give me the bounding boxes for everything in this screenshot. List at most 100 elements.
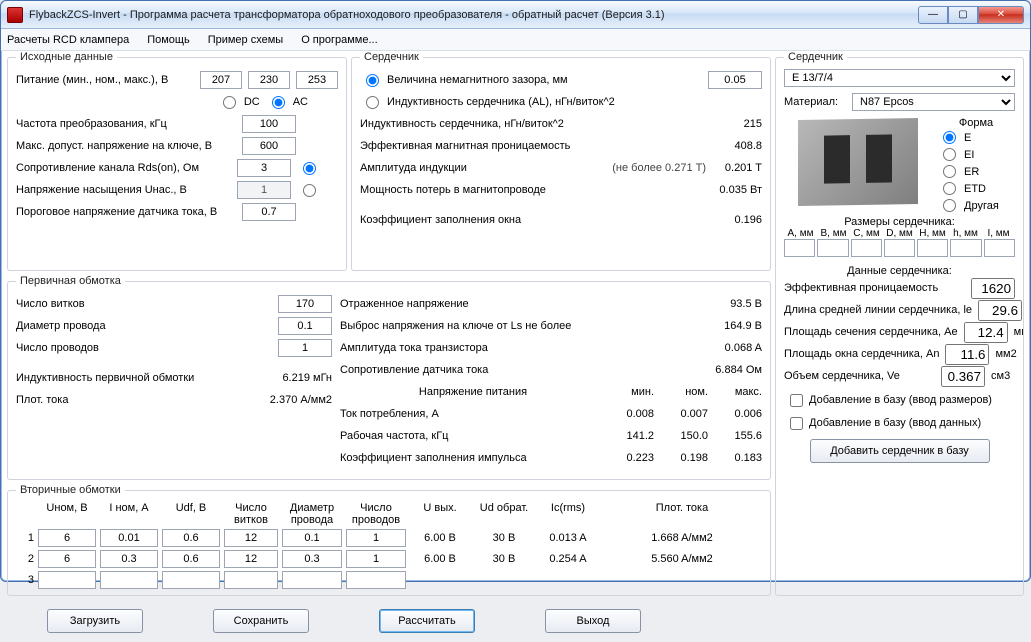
dim-input[interactable]: [784, 239, 815, 257]
dim-header: h, мм: [949, 228, 982, 239]
dim-input[interactable]: [984, 239, 1015, 257]
sec-udf-input[interactable]: [162, 571, 220, 589]
chk-add-dims[interactable]: [790, 394, 803, 407]
mu-label: Эффективная магнитная проницаемость: [360, 140, 706, 152]
add-core-button[interactable]: Добавить сердечник в базу: [810, 439, 990, 463]
iin-nom: 0.007: [666, 408, 708, 420]
freq-input[interactable]: [242, 115, 296, 133]
prim-p-input[interactable]: [278, 339, 332, 357]
cd-le-value: [978, 300, 1022, 321]
sec-idx: 2: [16, 553, 34, 565]
sec-inom-input[interactable]: [100, 571, 158, 589]
gap-input[interactable]: [708, 71, 762, 89]
sec-legend: Вторичные обмотки: [16, 484, 125, 496]
dim-input[interactable]: [851, 239, 882, 257]
usat-input[interactable]: [237, 181, 291, 199]
vin-min-input[interactable]: [200, 71, 242, 89]
duty-max: 0.183: [720, 452, 762, 464]
cd-ae-label: Площадь сечения сердечника, Ae: [784, 326, 958, 338]
window-title: FlybackZCS-Invert - Программа расчета тр…: [29, 9, 918, 21]
cd-an-unit: мм2: [995, 348, 1016, 360]
maximize-button[interactable]: ▢: [948, 6, 978, 24]
sec-unom-input[interactable]: [38, 571, 96, 589]
prim-d-input[interactable]: [278, 317, 332, 335]
hdr-max: макс.: [720, 386, 762, 398]
chk-add-dims-label: Добавление в базу (ввод размеров): [809, 394, 992, 406]
gap-radio[interactable]: [366, 74, 379, 87]
usat-label: Напряжение насыщения Uнас., В: [16, 184, 231, 196]
menu-help[interactable]: Помощь: [147, 34, 190, 46]
ac-radio[interactable]: [272, 96, 285, 109]
form-etd-radio[interactable]: [943, 182, 956, 195]
vth-input[interactable]: [242, 203, 296, 221]
sec-n-input[interactable]: [224, 571, 278, 589]
sec-h-udf: Udf, В: [162, 502, 220, 526]
fop-min: 141.2: [612, 430, 654, 442]
core-shape-select[interactable]: E 13/7/4: [784, 69, 1015, 87]
load-button[interactable]: Загрузить: [47, 609, 143, 633]
rds-input[interactable]: [237, 159, 291, 177]
dim-input[interactable]: [917, 239, 948, 257]
al-induct-label: Индуктивность сердечника, нГн/виток^2: [360, 118, 706, 130]
dc-radio[interactable]: [223, 96, 236, 109]
menu-example[interactable]: Пример схемы: [208, 34, 284, 46]
sec-n-input[interactable]: [224, 550, 278, 568]
sec-ic: 0.013 A: [538, 532, 598, 544]
minimize-button[interactable]: —: [918, 6, 948, 24]
dim-input[interactable]: [950, 239, 981, 257]
close-button[interactable]: ✕: [978, 6, 1024, 24]
sec-h-j: Плот. тока: [602, 502, 762, 526]
material-select[interactable]: N87 Epcos: [852, 93, 1015, 111]
sec-d-input[interactable]: [282, 571, 342, 589]
sec-h-ud: Ud обрат.: [474, 502, 534, 526]
sec-udf-input[interactable]: [162, 529, 220, 547]
usat-radio[interactable]: [303, 184, 316, 197]
coreR-legend: Сердечник: [784, 51, 847, 63]
sec-d-input[interactable]: [282, 529, 342, 547]
prim-p-label: Число проводов: [16, 342, 272, 354]
vin-max-input[interactable]: [296, 71, 338, 89]
prim-l-label: Индуктивность первичной обмотки: [16, 372, 252, 384]
sec-inom-input[interactable]: [100, 529, 158, 547]
sec-p-input[interactable]: [346, 571, 406, 589]
fop-label: Рабочая частота, кГц: [340, 430, 606, 442]
sec-p-input[interactable]: [346, 550, 406, 568]
rds-radio[interactable]: [303, 162, 316, 175]
al-radio[interactable]: [366, 96, 379, 109]
form-e-radio[interactable]: [943, 131, 956, 144]
sec-p-input[interactable]: [346, 529, 406, 547]
form-ei-radio[interactable]: [943, 148, 956, 161]
menu-rcd[interactable]: Расчеты RCD клампера: [7, 34, 129, 46]
calc-button[interactable]: Рассчитать: [379, 609, 475, 633]
dim-header: H, мм: [916, 228, 949, 239]
supply-label: Напряжение питания: [340, 386, 606, 398]
cd-mu-label: Эффективная проницаемость: [784, 282, 965, 294]
form-other-radio[interactable]: [943, 199, 956, 212]
sec-n-input[interactable]: [224, 529, 278, 547]
sec-inom-input[interactable]: [100, 550, 158, 568]
save-button[interactable]: Сохранить: [213, 609, 309, 633]
dim-input[interactable]: [817, 239, 848, 257]
prim-n-input[interactable]: [278, 295, 332, 313]
sec-d-input[interactable]: [282, 550, 342, 568]
exit-button[interactable]: Выход: [545, 609, 641, 633]
sec-h-unom: Uном, В: [38, 502, 96, 526]
sec-uout: 6.00 В: [410, 553, 470, 565]
chk-add-data[interactable]: [790, 417, 803, 430]
sec-row: 3: [16, 571, 762, 589]
dim-input[interactable]: [884, 239, 915, 257]
sec-udf-input[interactable]: [162, 550, 220, 568]
menu-about[interactable]: О программе...: [301, 34, 377, 46]
form-er-radio[interactable]: [943, 165, 956, 178]
sec-h-p: Число проводов: [346, 502, 406, 526]
dim-header: I, мм: [982, 228, 1015, 239]
sec-unom-input[interactable]: [38, 550, 96, 568]
vin-nom-input[interactable]: [248, 71, 290, 89]
sec-unom-input[interactable]: [38, 529, 96, 547]
duty-min: 0.223: [612, 452, 654, 464]
sec-idx: 3: [16, 574, 34, 586]
mat-label: Материал:: [784, 96, 846, 108]
vds-input[interactable]: [242, 137, 296, 155]
duty-nom: 0.198: [666, 452, 708, 464]
gap-label: Величина немагнитного зазора, мм: [387, 74, 702, 86]
